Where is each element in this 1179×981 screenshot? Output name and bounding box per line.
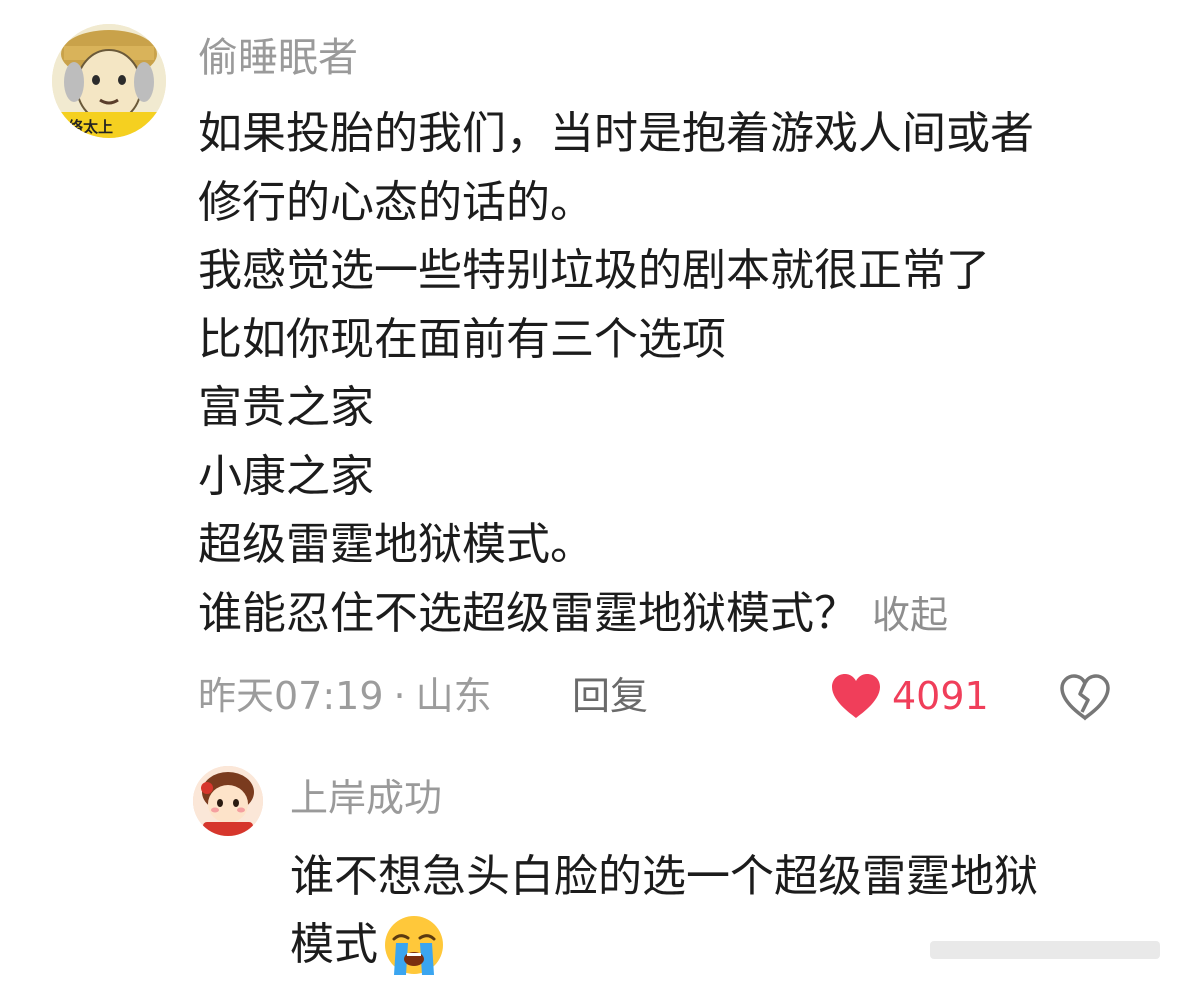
reply-line-text: 模式: [290, 919, 378, 970]
avatar-caption: 络太上: [68, 118, 113, 136]
timestamp: 昨天07:19: [198, 674, 384, 718]
comment-line: 如果投胎的我们，当时是抱着游戏人间或者: [198, 108, 1034, 159]
heart-icon: [832, 674, 880, 718]
like-count: 4091: [892, 674, 989, 718]
avatar[interactable]: 络太上: [52, 24, 166, 138]
comment-text: 如果投胎的我们，当时是抱着游戏人间或者 修行的心态的话的。 我感觉选一些特别垃圾…: [198, 100, 1158, 649]
comment-last-line: 谁能忍住不选超级雷霆地狱模式？ 收起: [198, 580, 1158, 650]
comment-line: 修行的心态的话的。: [198, 176, 594, 228]
broken-heart-icon[interactable]: [1058, 672, 1112, 722]
location: 山东: [415, 674, 492, 718]
loudly-crying-face-icon: [385, 916, 443, 975]
avatar-cartoon-icon: 络太上: [52, 24, 166, 138]
comment-meta-row: 昨天07:19 · 山东 回复 4091: [198, 668, 1128, 724]
comment-line: 小康之家: [198, 450, 374, 502]
reply-username[interactable]: 上岸成功: [290, 774, 442, 822]
timestamp-location: 昨天07:19 · 山东: [198, 672, 492, 720]
reply-button[interactable]: 回复: [572, 672, 648, 720]
avatar-cartoon-icon: [193, 766, 263, 836]
comment-thread: 络太上 偷睡眠者 如果投胎的我们，当时是抱着游戏人间或者 修行的心态的话的。 我…: [0, 0, 1179, 981]
reply-avatar[interactable]: [193, 766, 263, 836]
comment-line: 富贵之家: [198, 382, 374, 433]
like-button[interactable]: 4091: [830, 668, 989, 724]
separator: ·: [393, 674, 406, 718]
comment-line-text: 谁能忍住不选超级雷霆地狱模式？: [198, 587, 858, 639]
comment-line: 超级雷霆地狱模式。: [198, 519, 594, 570]
watermark-icon: [930, 941, 1160, 959]
username[interactable]: 偷睡眠者: [198, 32, 358, 84]
reply-line: 谁不想急头白脸的选一个超级雷霆地狱: [290, 851, 1038, 902]
comment-line: 我感觉选一些特别垃圾的剧本就很正常了: [198, 245, 990, 296]
comment-line: 比如你现在面前有三个选项: [198, 313, 726, 365]
collapse-link[interactable]: 收起: [872, 593, 948, 637]
